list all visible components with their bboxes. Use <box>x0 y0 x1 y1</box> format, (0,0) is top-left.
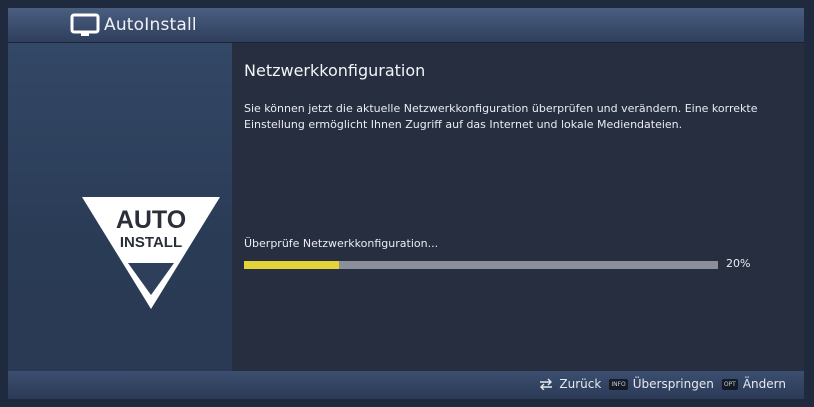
logo-line1: AUTO <box>116 206 186 234</box>
page-heading: Netzwerkkonfiguration <box>244 61 426 80</box>
title-bar: AutoInstall <box>8 8 804 43</box>
change-label: Ändern <box>742 377 786 391</box>
info-key-icon: INFO <box>609 378 628 390</box>
left-panel: AUTO INSTALL <box>8 43 232 371</box>
change-action[interactable]: OPT Ändern <box>721 377 786 391</box>
skip-label: Überspringen <box>632 377 714 391</box>
description-text: Sie können jetzt die aktuelle Netzwerkko… <box>244 102 758 131</box>
tv-icon <box>70 13 100 36</box>
status-text: Überprüfe Netzwerkkonfiguration... <box>244 237 439 250</box>
progress-fill <box>244 261 339 269</box>
screen: AutoInstall AUTO INSTALL Netzwerkkonfigu… <box>0 0 814 407</box>
skip-action[interactable]: INFO Überspringen <box>609 377 714 391</box>
opt-key-icon: OPT <box>721 378 738 390</box>
window-title: AutoInstall <box>104 15 197 35</box>
autoinstall-logo: AUTO INSTALL <box>82 197 220 309</box>
back-action[interactable]: Zurück <box>538 377 601 391</box>
content-panel: Netzwerkkonfiguration Sie können jetzt d… <box>232 43 804 371</box>
footer-actions: Zurück INFO Überspringen OPT Ändern <box>538 377 786 391</box>
progress-percent: 20% <box>726 257 751 270</box>
footer-bar: Zurück INFO Überspringen OPT Ändern <box>8 371 804 399</box>
progress-bar <box>244 261 718 269</box>
logo-line2: INSTALL <box>120 234 182 251</box>
back-label: Zurück <box>559 377 602 391</box>
swap-arrows-icon <box>540 378 553 390</box>
